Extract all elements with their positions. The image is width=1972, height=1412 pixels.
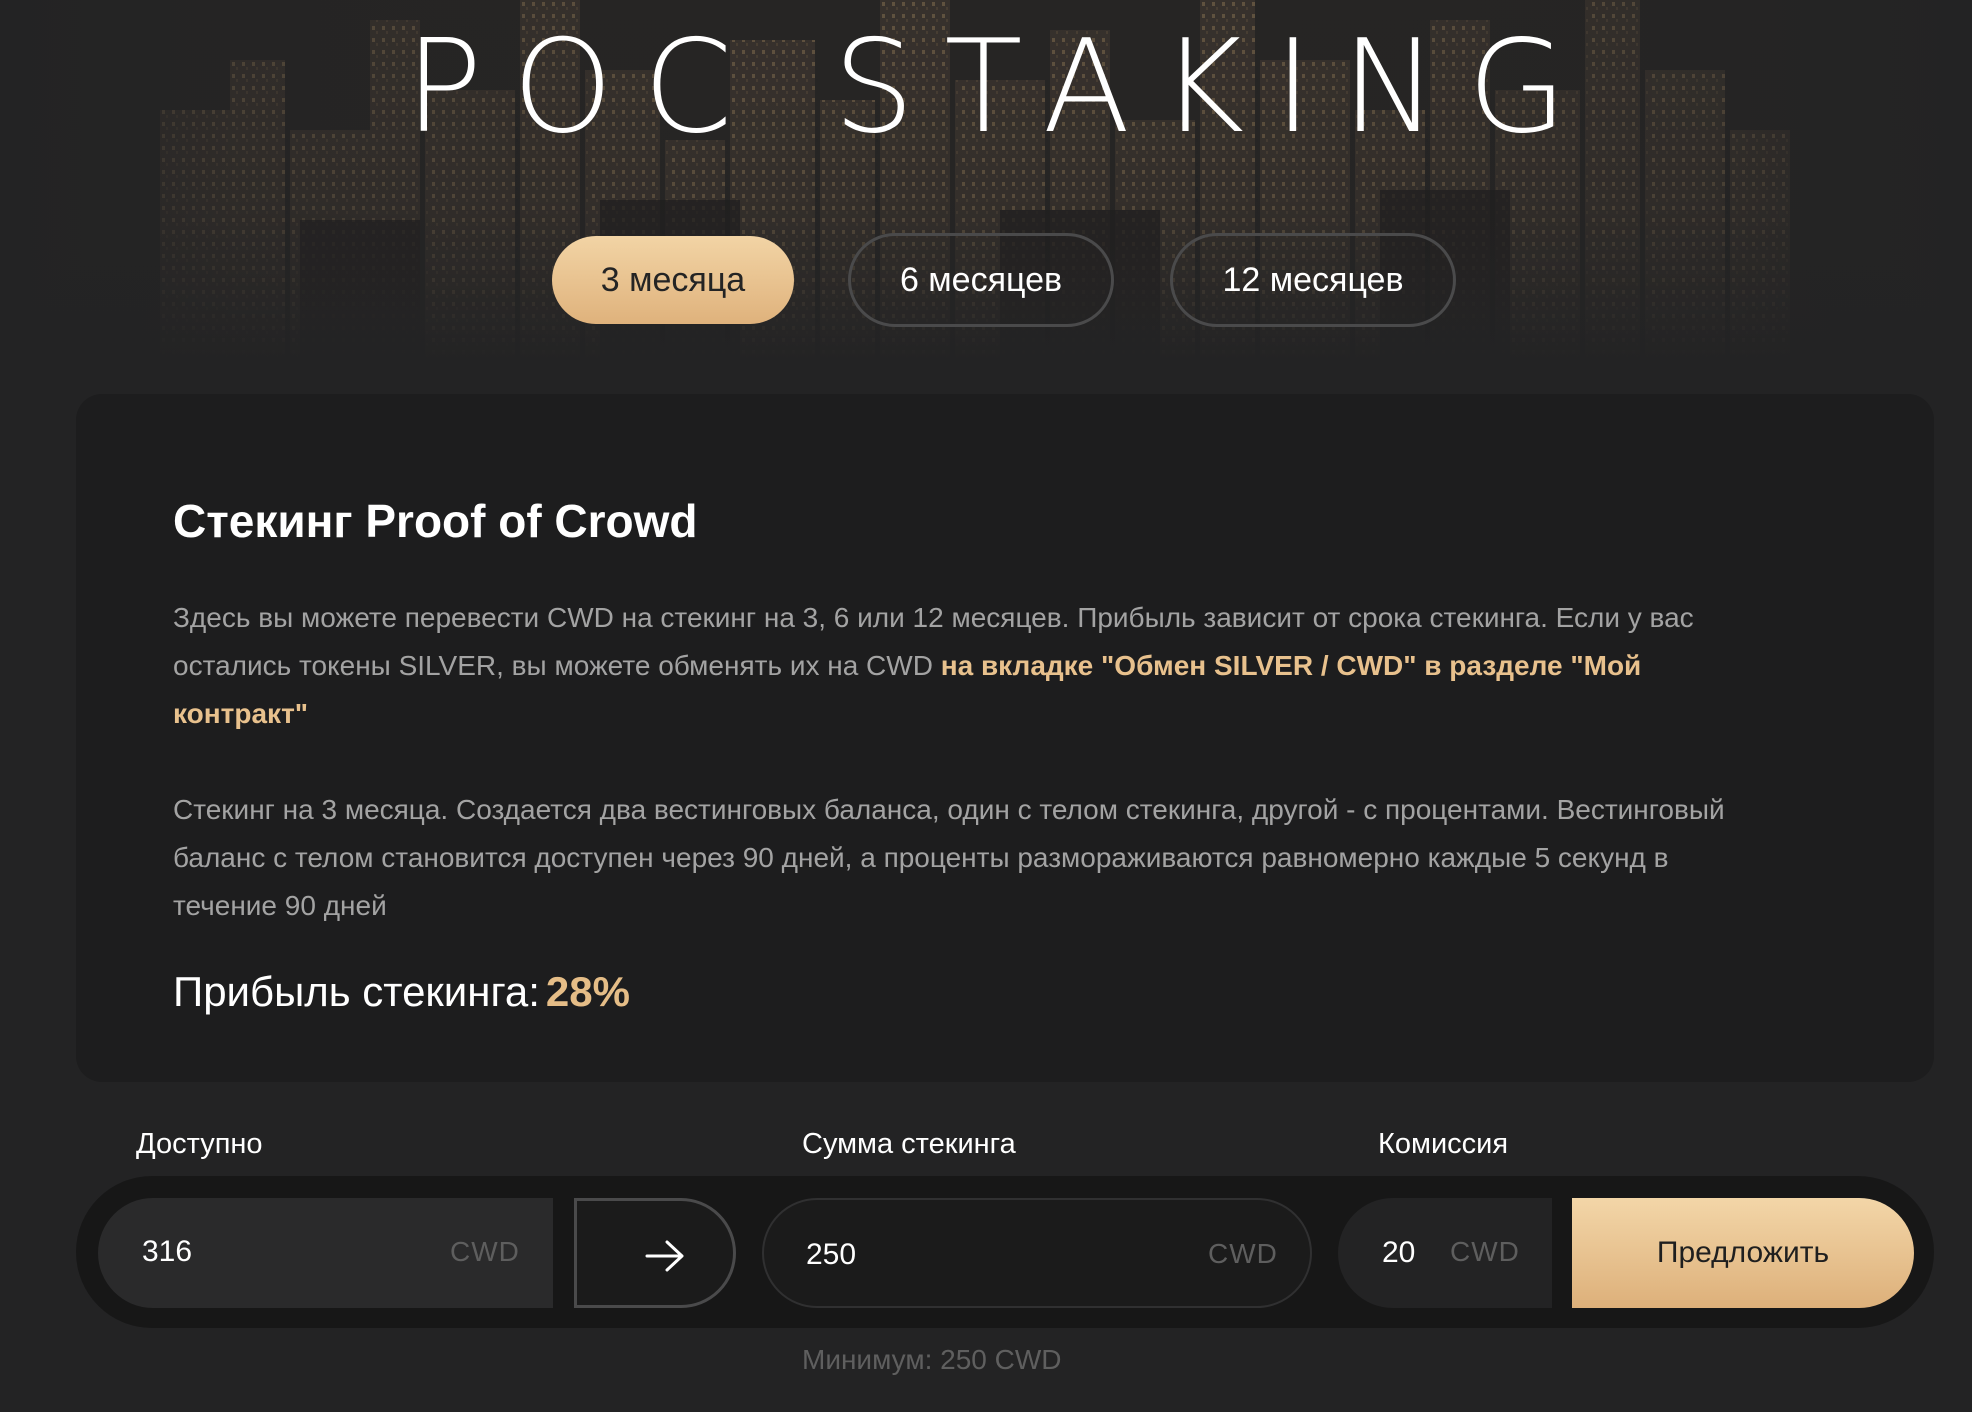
page-title: POC STAKING xyxy=(405,13,1597,162)
staking-info-card: Стекинг Proof of Crowd Здесь вы можете п… xyxy=(76,394,1934,1082)
tab-3-months[interactable]: 3 месяца xyxy=(552,236,794,324)
staking-profit: Прибыль стекинга: 28% xyxy=(173,968,630,1016)
intro-paragraph: Здесь вы можете перевести CWD на стекинг… xyxy=(173,594,1733,738)
available-balance-field: 316 CWD xyxy=(98,1198,553,1308)
available-label: Доступно xyxy=(136,1128,263,1160)
amount-unit: CWD xyxy=(1208,1238,1278,1269)
staking-amount-input[interactable]: 250 CWD xyxy=(762,1198,1312,1308)
profit-label: Прибыль стекинга: xyxy=(173,968,540,1015)
amount-label: Сумма стекинга xyxy=(802,1128,1016,1160)
tab-6-months[interactable]: 6 месяцев xyxy=(848,233,1114,327)
use-max-button[interactable] xyxy=(574,1198,736,1308)
description-paragraph: Стекинг на 3 месяца. Создается два вести… xyxy=(173,794,1725,921)
tab-12-months[interactable]: 12 месяцев xyxy=(1170,233,1456,327)
fee-label: Комиссия xyxy=(1378,1128,1509,1160)
arrow-right-icon xyxy=(645,1240,684,1272)
card-title: Стекинг Proof of Crowd xyxy=(173,495,698,547)
profit-value: 28% xyxy=(545,968,630,1015)
fee-value: 20 xyxy=(1382,1236,1416,1269)
fee-field: 20 CWD xyxy=(1338,1198,1552,1308)
minimum-amount-note: Минимум: 250 CWD xyxy=(802,1344,1062,1375)
fee-unit: CWD xyxy=(1450,1236,1520,1267)
available-value: 316 xyxy=(142,1235,193,1268)
available-unit: CWD xyxy=(450,1236,520,1267)
submit-stake-button[interactable]: Предложить xyxy=(1572,1198,1914,1308)
amount-value[interactable]: 250 xyxy=(806,1238,856,1272)
